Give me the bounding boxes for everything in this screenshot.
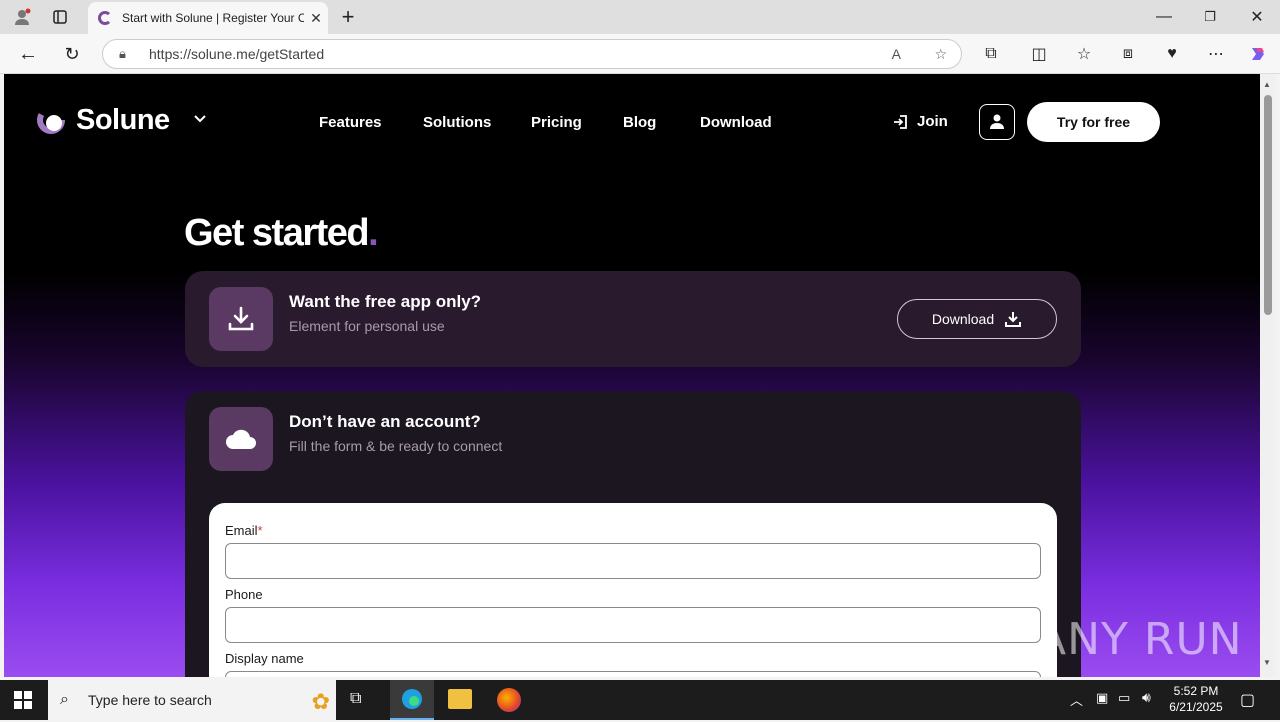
page-title-dot: . (368, 212, 379, 254)
chevron-down-icon[interactable] (192, 110, 208, 126)
collections-icon[interactable]: ⧈ (1114, 40, 1142, 68)
nav-download[interactable]: Download (700, 114, 772, 131)
nav-features[interactable]: Features (319, 114, 382, 131)
windows-taskbar: ⌕ Type here to search ✿ ⧉ ︿ ▣ ▭ 🔊︎ 5:52 … (0, 680, 1280, 720)
email-field[interactable] (225, 543, 1041, 579)
tab-actions-icon[interactable] (46, 3, 74, 31)
search-placeholder: Type here to search (88, 692, 212, 708)
settings-more-icon[interactable]: ⋯ (1202, 40, 1230, 68)
site-info-icon[interactable]: 🔒︎ (119, 40, 126, 68)
network-icon[interactable]: ▭ (1118, 690, 1130, 706)
clock-time: 5:52 PM (1173, 684, 1219, 698)
browser-tab-active[interactable]: Start with Solune | Register Your C ✕ (88, 2, 328, 34)
firefox-icon[interactable] (497, 688, 521, 712)
back-icon[interactable]: ← (14, 40, 42, 68)
page-title: Get started. (184, 212, 379, 255)
page-title-text: Get started (184, 212, 370, 254)
download-app-button[interactable]: Download (897, 299, 1057, 339)
browser-tabbar: Start with Solune | Register Your C ✕ + … (0, 0, 1280, 34)
user-account-button[interactable] (979, 104, 1015, 140)
nav-blog[interactable]: Blog (623, 114, 656, 131)
search-highlight-flowers-icon: ✿ (311, 689, 330, 714)
solune-favicon-icon (98, 11, 112, 25)
browser-toolbar: ← ↻ 🔒︎ https://solune.me/getStarted A ☆ … (0, 34, 1280, 74)
download-icon-box (209, 287, 273, 351)
read-aloud-icon[interactable]: A (892, 40, 901, 68)
logo-text[interactable]: Solune (76, 104, 170, 137)
account-subtitle: Fill the form & be ready to connect (289, 438, 503, 454)
windows-start-icon[interactable] (14, 691, 32, 709)
device-icon[interactable]: ▣ (1096, 690, 1108, 706)
favorite-star-icon[interactable]: ☆ (934, 40, 947, 68)
tab-title: Start with Solune | Register Your C (122, 11, 304, 25)
refresh-icon[interactable]: ↻ (58, 40, 86, 68)
window-close-icon[interactable]: ✕ (1243, 3, 1271, 31)
join-label: Join (917, 113, 948, 130)
solune-logo-icon[interactable] (35, 104, 67, 136)
user-icon (990, 114, 1004, 129)
email-label-text: Email (225, 523, 258, 538)
display-name-field[interactable] (225, 671, 1041, 677)
show-hidden-icons-icon[interactable]: ︿ (1070, 690, 1083, 709)
profile-icon[interactable] (8, 3, 36, 31)
clock[interactable]: 5:52 PM 6/21/2025 (1166, 684, 1226, 714)
free-app-subtitle: Element for personal use (289, 318, 445, 334)
account-title: Don’t have an account? (289, 412, 481, 431)
extensions-icon[interactable]: ⧉ (977, 40, 1005, 68)
free-app-title: Want the free app only? (289, 292, 482, 311)
url-text: https://solune.me/getStarted (149, 46, 325, 62)
page-content: Solune Features Solutions Pricing Blog D… (4, 74, 1260, 677)
phone-field[interactable] (225, 607, 1041, 643)
try-for-free-button[interactable]: Try for free (1027, 102, 1160, 142)
browser-essentials-icon[interactable]: ♥ (1158, 40, 1186, 68)
cloud-icon-box (209, 407, 273, 471)
nav-pricing[interactable]: Pricing (531, 114, 582, 131)
nav-solutions[interactable]: Solutions (423, 114, 491, 131)
cloud-icon (226, 429, 256, 449)
required-mark: * (257, 523, 263, 538)
sign-in-icon (894, 114, 907, 129)
new-tab-icon[interactable]: + (334, 3, 362, 31)
minimize-icon[interactable]: — (1150, 3, 1178, 31)
tab-close-icon[interactable]: ✕ (304, 10, 328, 27)
copilot-icon[interactable] (1244, 40, 1272, 68)
free-app-card: Want the free app only? Element for pers… (185, 271, 1081, 367)
search-icon: ⌕ (60, 691, 69, 708)
scroll-down-icon[interactable]: ▼ (1263, 658, 1271, 667)
notifications-icon[interactable]: ▢ (1240, 690, 1255, 710)
task-view-icon[interactable]: ⧉ (350, 690, 361, 708)
edge-taskbar-icon[interactable] (390, 680, 434, 720)
clock-date: 6/21/2025 (1169, 700, 1223, 714)
volume-icon[interactable]: 🔊︎ (1142, 689, 1151, 706)
scroll-up-icon[interactable]: ▲ (1263, 80, 1271, 89)
address-bar[interactable]: 🔒︎ https://solune.me/getStarted A ☆ (102, 39, 962, 69)
favorites-icon[interactable]: ☆ (1070, 40, 1098, 68)
download-button-label: Download (931, 311, 995, 327)
join-link[interactable]: Join (893, 113, 948, 130)
download-small-icon (1005, 312, 1022, 327)
split-screen-icon[interactable]: ◫ (1025, 40, 1053, 68)
restore-icon[interactable]: ❐ (1196, 3, 1224, 31)
taskbar-search-input[interactable]: ⌕ Type here to search ✿ (48, 680, 336, 720)
email-label: Email* (225, 523, 263, 538)
anyrun-watermark: ANY RUN (1036, 614, 1243, 665)
register-form (209, 503, 1057, 677)
scrollbar-thumb[interactable] (1264, 95, 1272, 315)
download-icon (228, 306, 254, 331)
phone-label: Phone (225, 587, 263, 602)
file-explorer-icon[interactable] (448, 689, 472, 709)
display-name-label: Display name (225, 651, 304, 666)
